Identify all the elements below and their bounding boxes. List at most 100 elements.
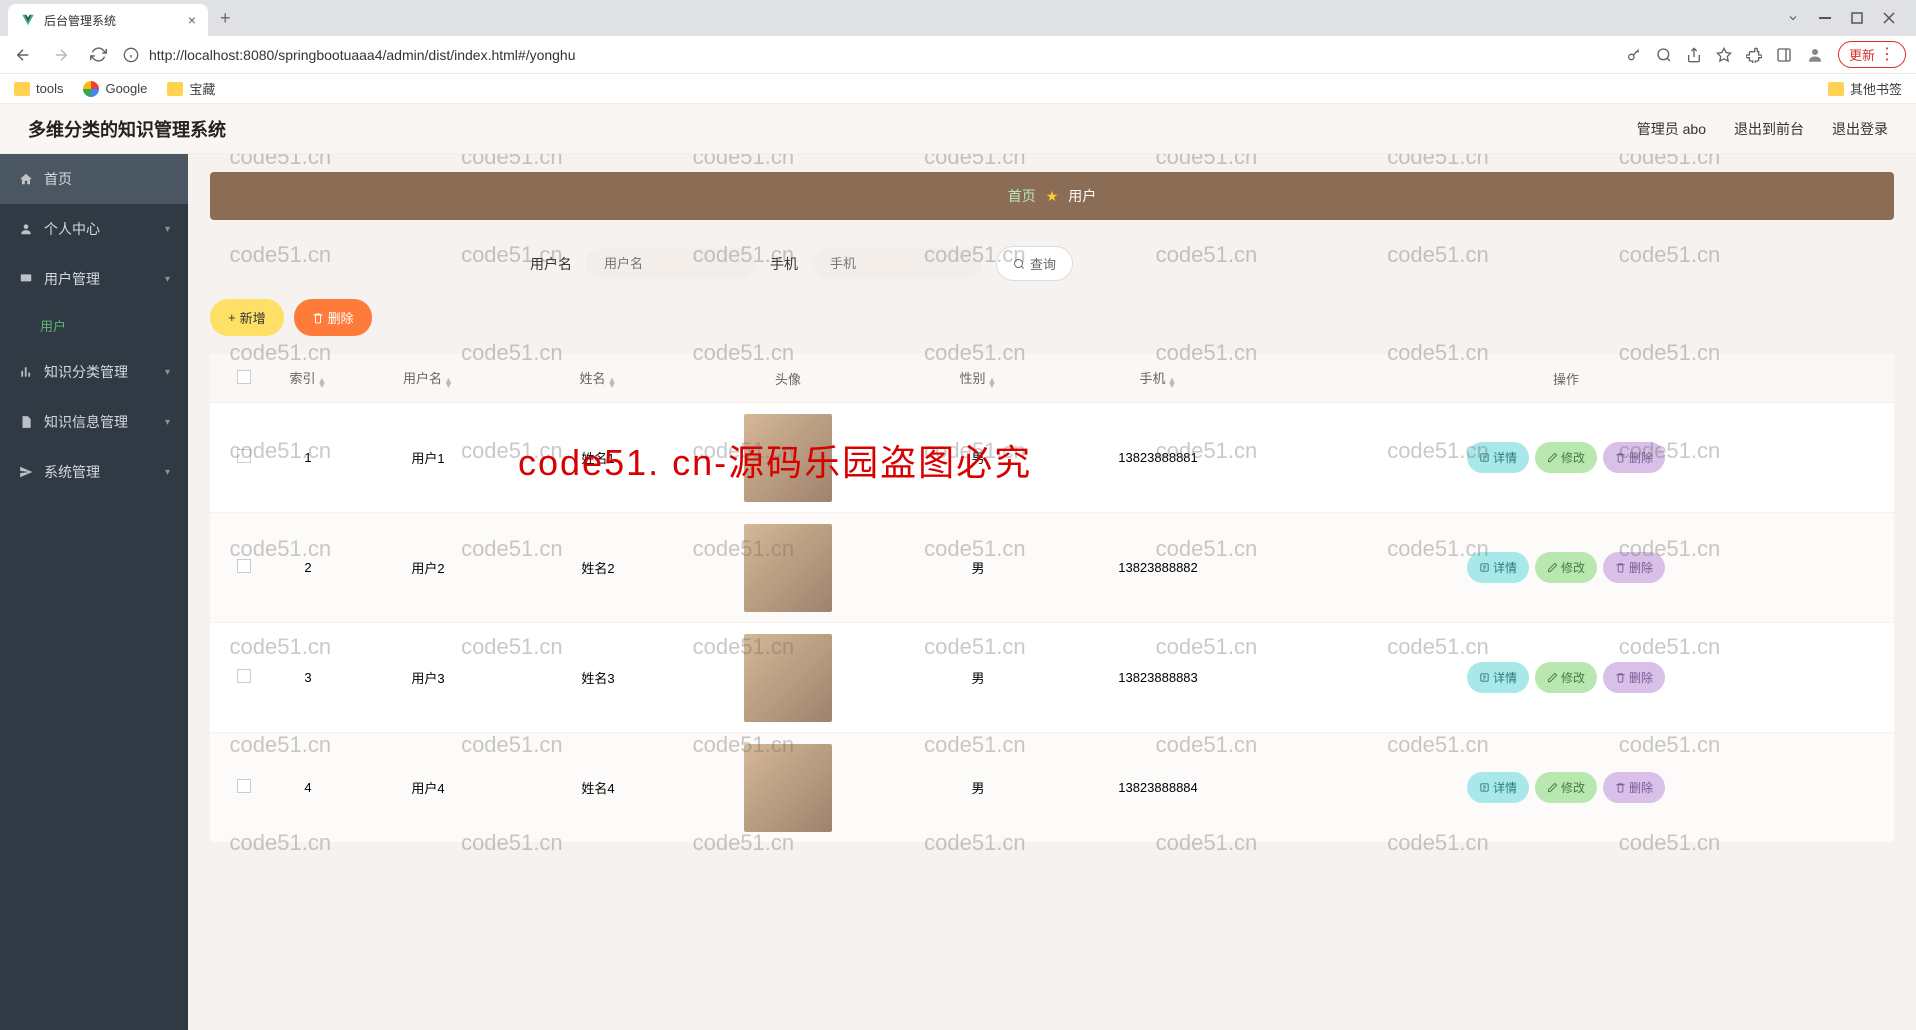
cell-gender: 男 xyxy=(888,668,1068,687)
action-row: +新增 删除 xyxy=(210,299,1894,336)
sidebar-item-system[interactable]: 系统管理 ▾ xyxy=(0,447,188,497)
cell-username: 用户1 xyxy=(348,448,508,467)
addr-icons: 更新⋮ xyxy=(1626,41,1906,68)
cell-gender: 男 xyxy=(888,448,1068,467)
folder-icon xyxy=(167,82,183,96)
row-checkbox[interactable] xyxy=(237,669,251,683)
new-tab-button[interactable]: + xyxy=(220,8,231,29)
sidebar-item-category[interactable]: 知识分类管理 ▾ xyxy=(0,347,188,397)
col-username[interactable]: 用户名▲▼ xyxy=(348,368,508,388)
breadcrumb: 首页 ★ 用户 xyxy=(210,172,1894,220)
sidebar-item-user[interactable]: 用户 xyxy=(0,304,188,347)
row-checkbox[interactable] xyxy=(237,559,251,573)
reload-button[interactable] xyxy=(86,42,111,67)
chevron-down-icon: ▾ xyxy=(165,467,170,478)
extension-icon[interactable] xyxy=(1746,47,1762,63)
cell-phone: 13823888881 xyxy=(1068,450,1248,465)
username-input[interactable] xyxy=(586,248,756,279)
table-row: 2 用户2 姓名2 男 13823888882 详情 修改 删除 xyxy=(210,513,1894,623)
row-delete-button[interactable]: 删除 xyxy=(1603,662,1665,693)
edit-button[interactable]: 修改 xyxy=(1535,552,1597,583)
admin-label[interactable]: 管理员 abo xyxy=(1637,119,1706,139)
avatar xyxy=(744,744,832,832)
google-icon xyxy=(83,81,99,97)
key-icon[interactable] xyxy=(1626,47,1642,63)
zoom-icon[interactable] xyxy=(1656,47,1672,63)
phone-input[interactable] xyxy=(812,248,982,279)
cell-name: 姓名2 xyxy=(508,558,688,577)
sidebar-item-info[interactable]: 知识信息管理 ▾ xyxy=(0,397,188,447)
cell-username: 用户2 xyxy=(348,558,508,577)
bookmark-google[interactable]: Google xyxy=(83,81,147,97)
col-gender[interactable]: 性别▲▼ xyxy=(888,368,1068,388)
watermark-text: code51.cn xyxy=(461,154,563,170)
plus-icon: + xyxy=(228,310,236,325)
chevron-down-icon: ▾ xyxy=(165,274,170,285)
watermark-text: code51.cn xyxy=(693,154,795,170)
edit-button[interactable]: 修改 xyxy=(1535,662,1597,693)
bookmark-treasure[interactable]: 宝藏 xyxy=(167,79,215,98)
edit-button[interactable]: 修改 xyxy=(1535,772,1597,803)
avatar xyxy=(744,524,832,612)
sort-icon: ▲▼ xyxy=(1168,378,1177,388)
delete-button[interactable]: 删除 xyxy=(294,299,372,336)
sidebar-item-user-mgmt[interactable]: 用户管理 ▾ xyxy=(0,254,188,304)
row-delete-button[interactable]: 删除 xyxy=(1603,442,1665,473)
cell-index: 3 xyxy=(268,670,348,685)
row-delete-button[interactable]: 删除 xyxy=(1603,772,1665,803)
browser-tab[interactable]: 后台管理系统 × xyxy=(8,4,208,36)
share-icon[interactable] xyxy=(1686,47,1702,63)
url-text[interactable]: http://localhost:8080/springbootuaaa4/ad… xyxy=(149,47,576,63)
app-header: 多维分类的知识管理系统 管理员 abo 退出到前台 退出登录 xyxy=(0,104,1916,154)
row-delete-button[interactable]: 删除 xyxy=(1603,552,1665,583)
monitor-icon xyxy=(18,271,34,287)
forward-button[interactable] xyxy=(48,42,74,68)
update-button[interactable]: 更新⋮ xyxy=(1838,41,1906,68)
document-icon xyxy=(18,414,34,430)
cell-gender: 男 xyxy=(888,558,1068,577)
col-avatar: 头像 xyxy=(688,369,888,388)
site-info-icon[interactable] xyxy=(123,47,139,63)
chevron-down-icon[interactable] xyxy=(1786,11,1800,25)
col-ops: 操作 xyxy=(1248,369,1884,388)
add-button[interactable]: +新增 xyxy=(210,299,284,336)
minimize-icon[interactable] xyxy=(1818,11,1832,25)
breadcrumb-home[interactable]: 首页 xyxy=(1008,186,1036,206)
send-icon xyxy=(18,464,34,480)
exit-front-button[interactable]: 退出到前台 xyxy=(1734,119,1804,139)
avatar xyxy=(744,414,832,502)
cell-index: 4 xyxy=(268,780,348,795)
close-icon[interactable]: × xyxy=(188,12,196,28)
back-button[interactable] xyxy=(10,42,36,68)
sort-icon: ▲▼ xyxy=(444,378,453,388)
maximize-icon[interactable] xyxy=(1850,11,1864,25)
detail-button[interactable]: 详情 xyxy=(1467,662,1529,693)
detail-button[interactable]: 详情 xyxy=(1467,772,1529,803)
star-icon: ★ xyxy=(1046,188,1059,205)
row-checkbox[interactable] xyxy=(237,449,251,463)
user-icon xyxy=(18,221,34,237)
select-all-checkbox[interactable] xyxy=(237,370,251,384)
detail-button[interactable]: 详情 xyxy=(1467,552,1529,583)
sidebar-item-home[interactable]: 首页 xyxy=(0,154,188,204)
vue-favicon-icon xyxy=(20,12,36,28)
side-panel-icon[interactable] xyxy=(1776,47,1792,63)
sidebar-item-personal[interactable]: 个人中心 ▾ xyxy=(0,204,188,254)
url-wrap: http://localhost:8080/springbootuaaa4/ad… xyxy=(123,47,1614,63)
edit-button[interactable]: 修改 xyxy=(1535,442,1597,473)
col-phone[interactable]: 手机▲▼ xyxy=(1068,368,1248,388)
chevron-down-icon: ▾ xyxy=(165,367,170,378)
col-name[interactable]: 姓名▲▼ xyxy=(508,368,688,388)
logout-button[interactable]: 退出登录 xyxy=(1832,119,1888,139)
close-window-icon[interactable] xyxy=(1882,11,1896,25)
row-checkbox[interactable] xyxy=(237,779,251,793)
detail-button[interactable]: 详情 xyxy=(1467,442,1529,473)
cell-name: 姓名1 xyxy=(508,448,688,467)
query-button[interactable]: 查询 xyxy=(996,246,1073,281)
cell-index: 1 xyxy=(268,450,348,465)
col-index[interactable]: 索引▲▼ xyxy=(268,368,348,388)
profile-icon[interactable] xyxy=(1806,46,1824,64)
star-icon[interactable] xyxy=(1716,47,1732,63)
bookmark-other[interactable]: 其他书签 xyxy=(1828,79,1902,98)
bookmark-tools[interactable]: tools xyxy=(14,81,63,96)
